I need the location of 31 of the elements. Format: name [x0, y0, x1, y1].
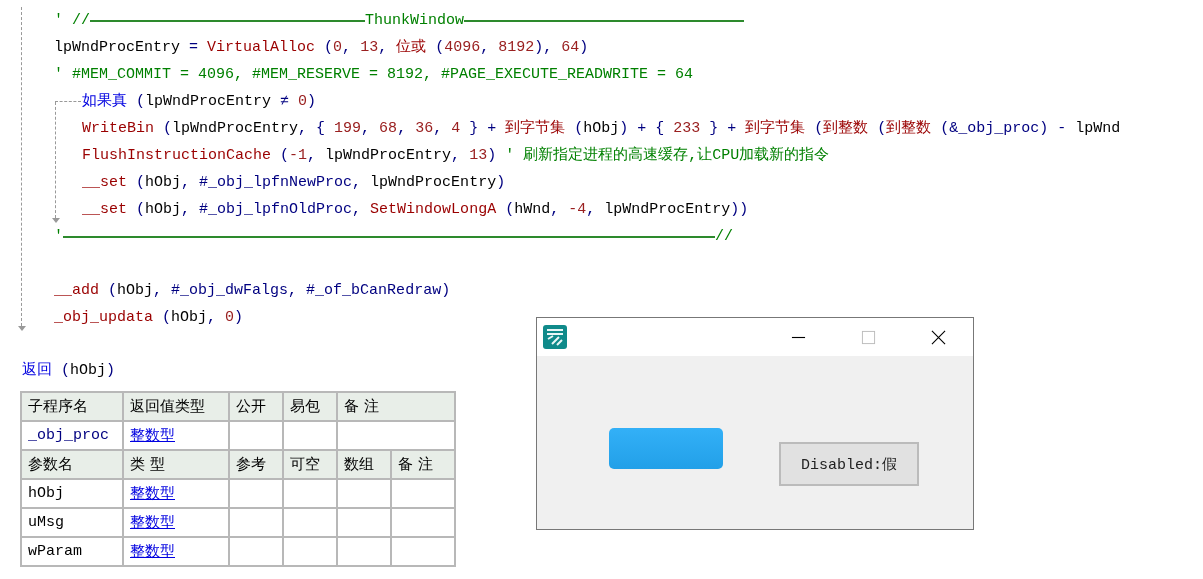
table-cell: uMsg — [21, 508, 123, 537]
column-header: 易包 — [283, 392, 337, 421]
app-icon — [543, 325, 567, 349]
table-cell: hObj — [21, 479, 123, 508]
code-line: WriteBin (lpWndProcEntry, { 199, 68, 36, 4 } + 到字节集 (hObj) + { 233 } + 到字节集 (到整数 (到整数 (&_obj_proc) - lpWnd — [82, 118, 1121, 139]
column-header: 参考 — [229, 450, 283, 479]
column-header: 可空 — [283, 450, 337, 479]
column-header: 子程序名 — [21, 392, 123, 421]
code-line: ' #MEM_COMMIT = 4096, #MEM_RESERVE = 8192, #PAGE_EXECUTE_READWRITE = 64 — [54, 65, 695, 85]
table-cell: 整数型 — [123, 537, 229, 566]
comment-line: ' // — [54, 227, 735, 247]
code-line: __set (hObj, #_obj_lpfnNewProc, lpWndProcEntry) — [82, 173, 507, 193]
comment-line: ' // ThunkWindow — [54, 7, 1121, 34]
code-line: __add (hObj, #_obj_dwFalgs, #_of_bCanRedraw) — [54, 281, 452, 301]
column-header: 公开 — [229, 392, 283, 421]
code-line: __set (hObj, #_obj_lpfnOldProc, SetWindowLongA (hWnd, -4, lpWndProcEntry)) — [82, 200, 750, 220]
code-line: _obj_updata (hObj, 0) — [54, 308, 245, 328]
column-header: 参数名 — [21, 450, 123, 479]
column-header: 备 注 — [337, 392, 455, 421]
column-header: 返回值类型 — [123, 392, 229, 421]
close-icon[interactable] — [931, 329, 946, 345]
table-cell: wParam — [21, 537, 123, 566]
code-line: lpWndProcEntry = VirtualAlloc (0, 13, 位或 (4096, 8192), 64) — [54, 37, 590, 58]
table-cell: 整数型 — [123, 508, 229, 537]
column-header: 类 型 — [123, 450, 229, 479]
column-header: 备 注 — [391, 450, 455, 479]
code-line: FlushInstructionCache (-1, lpWndProcEntry, 13) ' 刷新指定进程的高速缓存,让CPU加载新的指令 — [82, 145, 831, 166]
return-line: 返回 (hObj) — [21, 361, 116, 381]
column-header: 数组 — [337, 450, 391, 479]
table-cell: 整数型 — [123, 479, 229, 508]
code-line: 如果真 (lpWndProcEntry ≠ 0) — [82, 91, 318, 112]
